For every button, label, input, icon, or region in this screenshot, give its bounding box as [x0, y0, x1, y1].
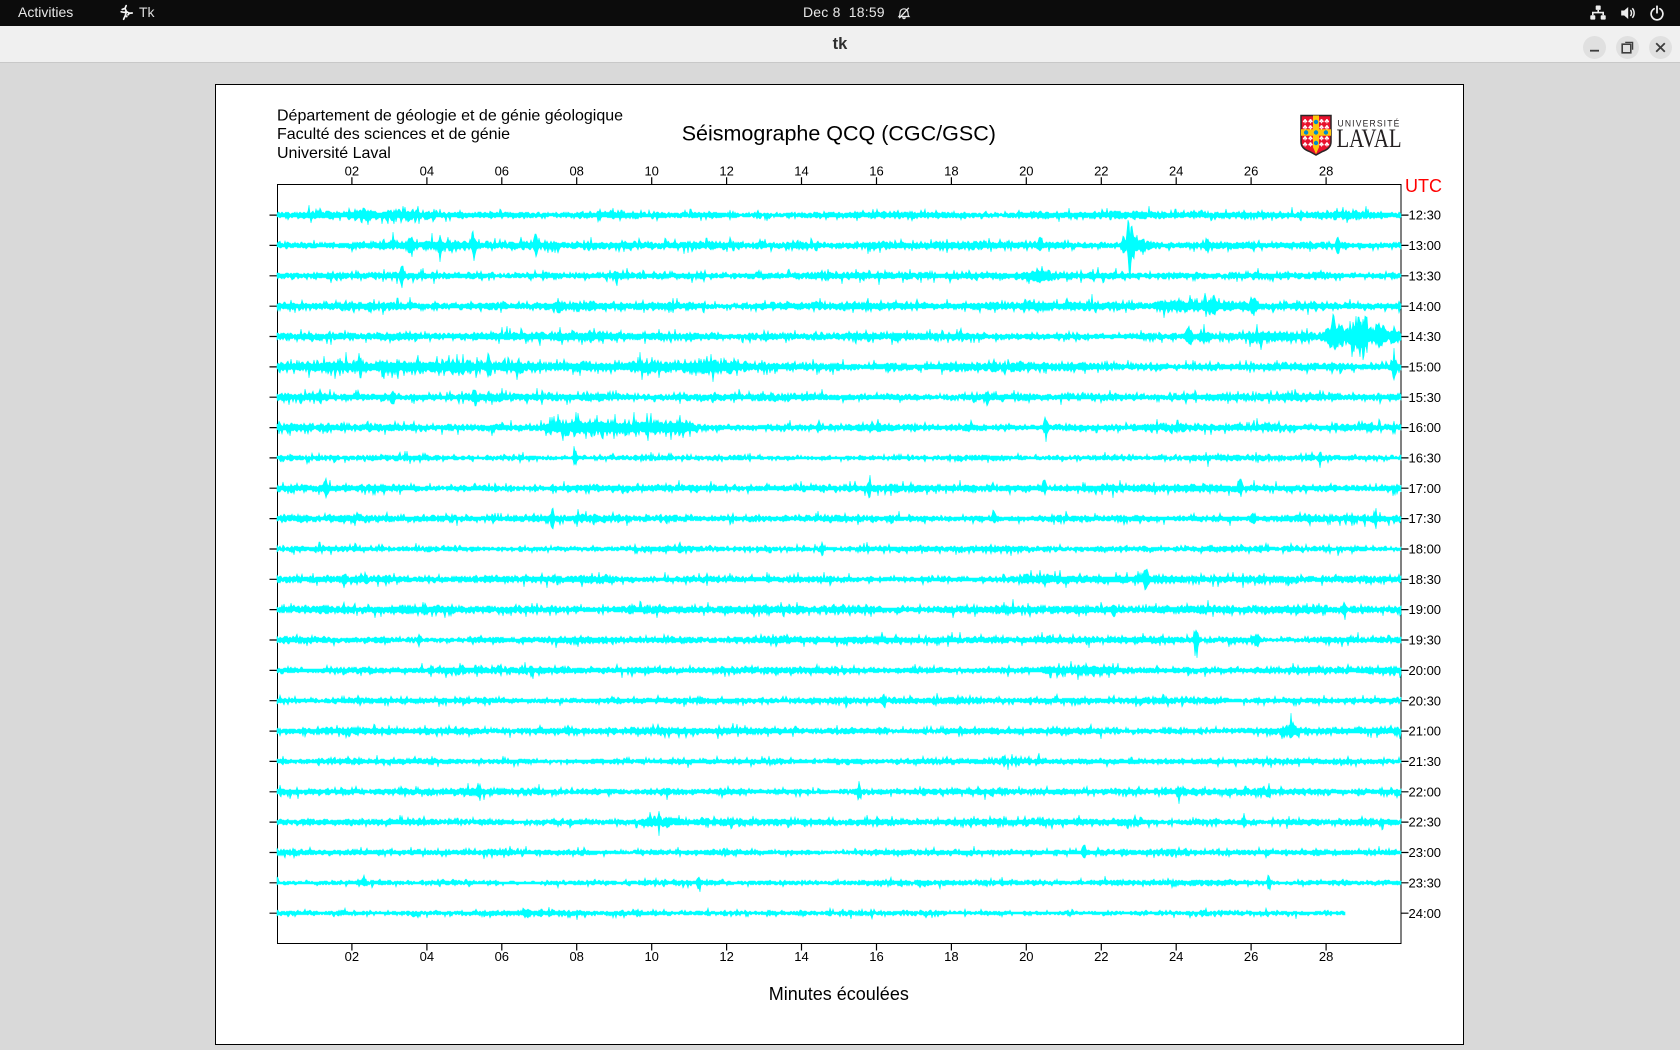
svg-text:22: 22: [1094, 949, 1108, 964]
svg-text:22: 22: [1094, 164, 1108, 179]
svg-text:UTC: UTC: [1405, 176, 1442, 196]
svg-text:24: 24: [1169, 164, 1183, 179]
svg-text:15:30: 15:30: [1409, 390, 1442, 405]
svg-text:26: 26: [1244, 164, 1258, 179]
svg-text:18: 18: [944, 949, 958, 964]
svg-text:02: 02: [345, 949, 359, 964]
svg-text:Séismographe QCQ (CGC/GSC): Séismographe QCQ (CGC/GSC): [682, 121, 996, 145]
svg-text:06: 06: [495, 949, 509, 964]
svg-text:08: 08: [569, 949, 583, 964]
svg-text:18:00: 18:00: [1409, 542, 1442, 557]
svg-text:16:00: 16:00: [1409, 420, 1442, 435]
svg-text:23:30: 23:30: [1409, 875, 1442, 890]
svg-text:20: 20: [1019, 164, 1033, 179]
svg-text:Faculté des sciences et de gén: Faculté des sciences et de génie: [277, 126, 510, 143]
svg-text:18: 18: [944, 164, 958, 179]
svg-text:Université Laval: Université Laval: [277, 145, 391, 162]
svg-text:10: 10: [644, 164, 658, 179]
svg-text:12: 12: [719, 164, 733, 179]
svg-text:14:30: 14:30: [1409, 329, 1442, 344]
svg-text:15:00: 15:00: [1409, 360, 1442, 375]
svg-text:20: 20: [1019, 949, 1033, 964]
svg-text:LAVAL: LAVAL: [1337, 124, 1402, 153]
svg-text:14: 14: [794, 164, 808, 179]
svg-text:21:30: 21:30: [1409, 754, 1442, 769]
svg-text:22:00: 22:00: [1409, 784, 1442, 799]
svg-text:08: 08: [569, 164, 583, 179]
svg-text:17:30: 17:30: [1409, 511, 1442, 526]
svg-text:28: 28: [1319, 164, 1333, 179]
svg-text:12: 12: [719, 949, 733, 964]
svg-text:21:00: 21:00: [1409, 724, 1442, 739]
svg-text:19:00: 19:00: [1409, 602, 1442, 617]
svg-text:23:00: 23:00: [1409, 845, 1442, 860]
svg-text:24: 24: [1169, 949, 1183, 964]
svg-text:02: 02: [345, 164, 359, 179]
svg-text:18:30: 18:30: [1409, 572, 1442, 587]
svg-text:12:30: 12:30: [1409, 208, 1442, 223]
svg-text:04: 04: [420, 949, 434, 964]
svg-text:16: 16: [869, 949, 883, 964]
svg-text:10: 10: [644, 949, 658, 964]
svg-text:17:00: 17:00: [1409, 481, 1442, 496]
svg-text:16:30: 16:30: [1409, 451, 1442, 466]
svg-text:20:00: 20:00: [1409, 663, 1442, 678]
svg-text:20:30: 20:30: [1409, 693, 1442, 708]
svg-text:22:30: 22:30: [1409, 815, 1442, 830]
svg-text:13:00: 13:00: [1409, 238, 1442, 253]
svg-text:04: 04: [420, 164, 434, 179]
svg-text:Minutes écoulées: Minutes écoulées: [769, 984, 909, 1004]
svg-text:14: 14: [794, 949, 808, 964]
svg-text:06: 06: [495, 164, 509, 179]
svg-text:19:30: 19:30: [1409, 633, 1442, 648]
svg-text:Département de géologie et de: Département de géologie et de génie géol…: [277, 108, 623, 125]
svg-text:26: 26: [1244, 949, 1258, 964]
svg-text:14:00: 14:00: [1409, 299, 1442, 314]
svg-text:13:30: 13:30: [1409, 268, 1442, 283]
svg-text:24:00: 24:00: [1409, 906, 1442, 921]
svg-text:28: 28: [1319, 949, 1333, 964]
svg-text:16: 16: [869, 164, 883, 179]
